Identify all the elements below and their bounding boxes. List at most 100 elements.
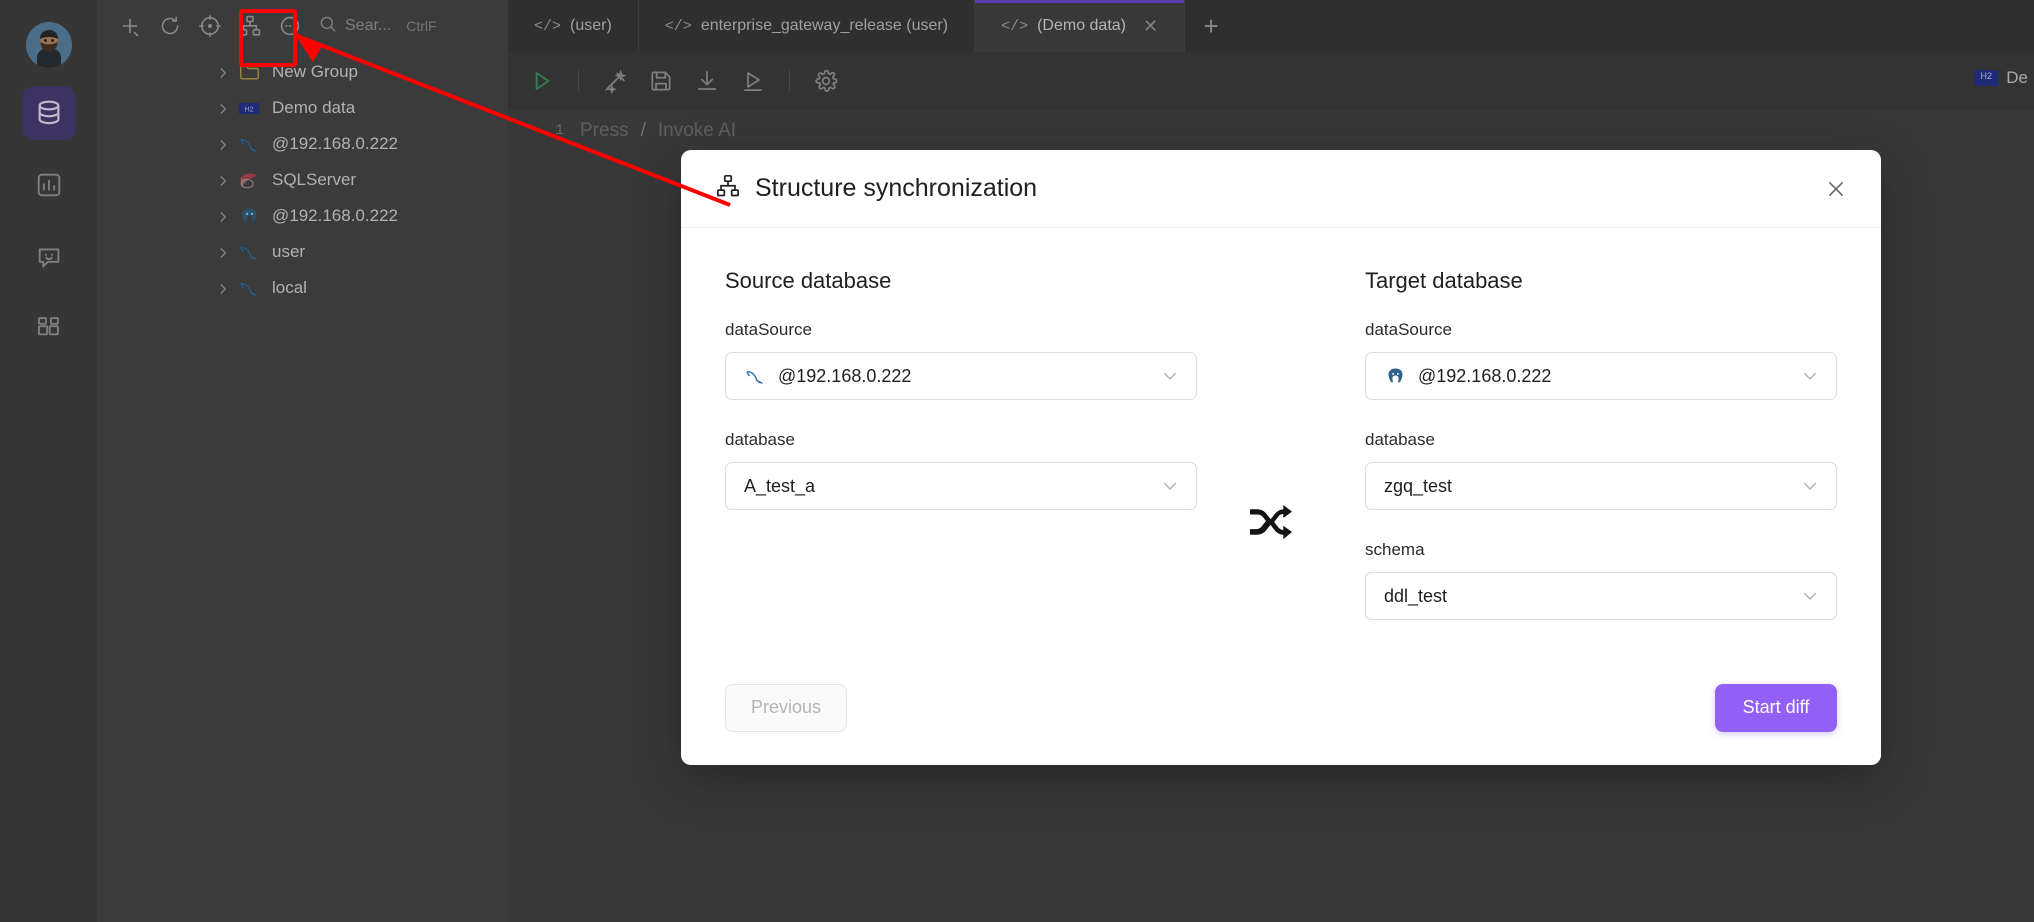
target-database-column: Target database dataSource @192.168.0.22… — [1365, 268, 1837, 650]
sqlserver-icon — [238, 170, 260, 190]
chevron-down-icon — [1800, 366, 1820, 386]
tree-item-user[interactable]: user — [98, 234, 508, 270]
placeholder-slash-key: / — [640, 120, 646, 141]
tree-item-demo-data[interactable]: H2 Demo data — [98, 90, 508, 126]
target-schema-value: ddl_test — [1384, 585, 1448, 606]
sidebar-item-database[interactable] — [22, 86, 76, 140]
code-tab-icon: </> — [664, 17, 692, 35]
download-icon[interactable] — [687, 61, 727, 101]
chevron-right-icon[interactable] — [216, 65, 230, 79]
more-icon[interactable] — [272, 8, 308, 44]
column-gap — [1197, 268, 1365, 650]
settings-gear-icon[interactable] — [806, 61, 846, 101]
editor-placeholder: Press / Invoke AI — [580, 120, 736, 142]
structure-sync-icon[interactable] — [232, 8, 268, 44]
placeholder-press-text: Press — [580, 120, 629, 141]
chevron-right-icon[interactable] — [216, 137, 230, 151]
source-datasource-label: dataSource — [725, 320, 812, 340]
mysql-icon — [238, 134, 260, 154]
placeholder-action-text: Invoke AI — [657, 120, 737, 141]
target-datasource-value: @192.168.0.222 — [1418, 365, 1552, 386]
source-database-label: database — [725, 430, 795, 450]
folder-icon — [238, 62, 260, 82]
tree-item-sqlserver[interactable]: SQLServer — [98, 162, 508, 198]
tree-item-postgresql-192-168-0-222[interactable]: @192.168.0.222 — [98, 198, 508, 234]
chat-icon — [35, 243, 63, 271]
close-icon[interactable] — [1819, 172, 1853, 206]
source-datasource-field: dataSource @192.168.0.222 — [725, 320, 1197, 401]
connection-tree-list: New Group H2 Demo data @192.168.0.222 SQ… — [98, 54, 508, 306]
add-icon[interactable] — [112, 8, 148, 44]
left-icon-rail — [0, 0, 98, 922]
sidebar-item-chat[interactable] — [22, 230, 76, 284]
close-icon[interactable]: ✕ — [1143, 17, 1158, 35]
target-schema-select[interactable]: ddl_test — [1365, 572, 1837, 621]
target-datasource-field: dataSource @192.168.0.222 — [1365, 320, 1837, 401]
sidebar-item-charts[interactable] — [22, 158, 76, 212]
target-datasource-label: dataSource — [1365, 320, 1452, 340]
target-database-field: database zgq_test — [1365, 430, 1837, 511]
tab-demo-data[interactable]: </> (Demo data) ✕ — [975, 0, 1186, 52]
refresh-icon[interactable] — [152, 8, 188, 44]
target-database-select[interactable]: zgq_test — [1365, 462, 1837, 511]
chevron-right-icon[interactable] — [216, 101, 230, 115]
tree-item-new-group[interactable]: New Group — [98, 54, 508, 90]
tree-item-label: user — [272, 242, 306, 261]
previous-button[interactable]: Previous — [725, 683, 847, 732]
chevron-down-icon — [1160, 366, 1180, 386]
tree-item-label: @192.168.0.222 — [272, 134, 398, 153]
magic-wand-icon[interactable] — [595, 61, 635, 101]
dialog-title-wrap: Structure synchronization — [715, 173, 1037, 204]
target-schema-label: schema — [1365, 540, 1425, 560]
target-database-label: database — [1365, 430, 1435, 450]
tree-item-label: local — [272, 278, 307, 297]
user-avatar[interactable] — [26, 22, 72, 68]
search-icon — [318, 14, 338, 39]
editor-right-status: De — [1974, 68, 2034, 88]
target-datasource-select[interactable]: @192.168.0.222 — [1365, 352, 1837, 401]
tab-enterprise-gateway-release[interactable]: </> enterprise_gateway_release (user) — [639, 0, 976, 52]
tree-item-label: @192.168.0.222 — [272, 206, 398, 225]
source-datasource-select[interactable]: @192.168.0.222 — [725, 352, 1197, 401]
chevron-right-icon[interactable] — [216, 245, 230, 259]
line-number: 1 — [554, 122, 564, 139]
sidebar-item-apps[interactable] — [22, 302, 76, 356]
chevron-right-icon[interactable] — [216, 173, 230, 187]
chevron-down-icon — [1800, 476, 1820, 496]
structure-synchronization-dialog: Structure synchronization Source databas… — [681, 150, 1881, 765]
postgresql-icon — [1384, 365, 1406, 387]
toolbar-divider — [789, 70, 790, 92]
tree-item-label: SQLServer — [272, 170, 357, 189]
chevron-down-icon — [1800, 586, 1820, 606]
source-database-select[interactable]: A_test_a — [725, 462, 1197, 511]
mysql-icon — [238, 242, 260, 262]
mysql-icon — [744, 365, 766, 387]
chevron-right-icon[interactable] — [216, 209, 230, 223]
start-diff-button[interactable]: Start diff — [1715, 683, 1837, 732]
new-tab-button[interactable]: + — [1185, 0, 1237, 52]
target-database-value: zgq_test — [1384, 475, 1453, 496]
locate-icon[interactable] — [192, 8, 228, 44]
source-database-column: Source database dataSource @192.168.0.22… — [725, 268, 1197, 650]
postgresql-icon — [238, 206, 260, 226]
code-tab-icon: </> — [534, 17, 562, 35]
app-root: Sear... CtrlF New Group H2 Demo data @19… — [0, 0, 2034, 922]
tree-item-label: New Group — [272, 62, 358, 81]
database-columns: Source database dataSource @192.168.0.22… — [725, 268, 1837, 650]
search-input[interactable]: Sear... CtrlF — [318, 10, 437, 42]
chevron-right-icon[interactable] — [216, 281, 230, 295]
tab-user[interactable]: </> (user) — [508, 0, 639, 52]
toolbar-divider — [578, 70, 579, 92]
structure-sync-icon — [715, 173, 741, 204]
apps-icon — [35, 315, 63, 343]
run-to-cursor-icon[interactable] — [733, 61, 773, 101]
search-placeholder-text: Sear... — [345, 17, 392, 34]
tree-item-mysql-192-168-0-222[interactable]: @192.168.0.222 — [98, 126, 508, 162]
mysql-icon — [238, 278, 260, 298]
save-icon[interactable] — [641, 61, 681, 101]
run-icon[interactable] — [522, 61, 562, 101]
tree-item-local[interactable]: local — [98, 270, 508, 306]
h2-icon — [1974, 70, 1999, 86]
shuffle-arrows-icon — [1244, 501, 1298, 549]
connection-tree-panel: Sear... CtrlF New Group H2 Demo data @19… — [98, 0, 508, 922]
